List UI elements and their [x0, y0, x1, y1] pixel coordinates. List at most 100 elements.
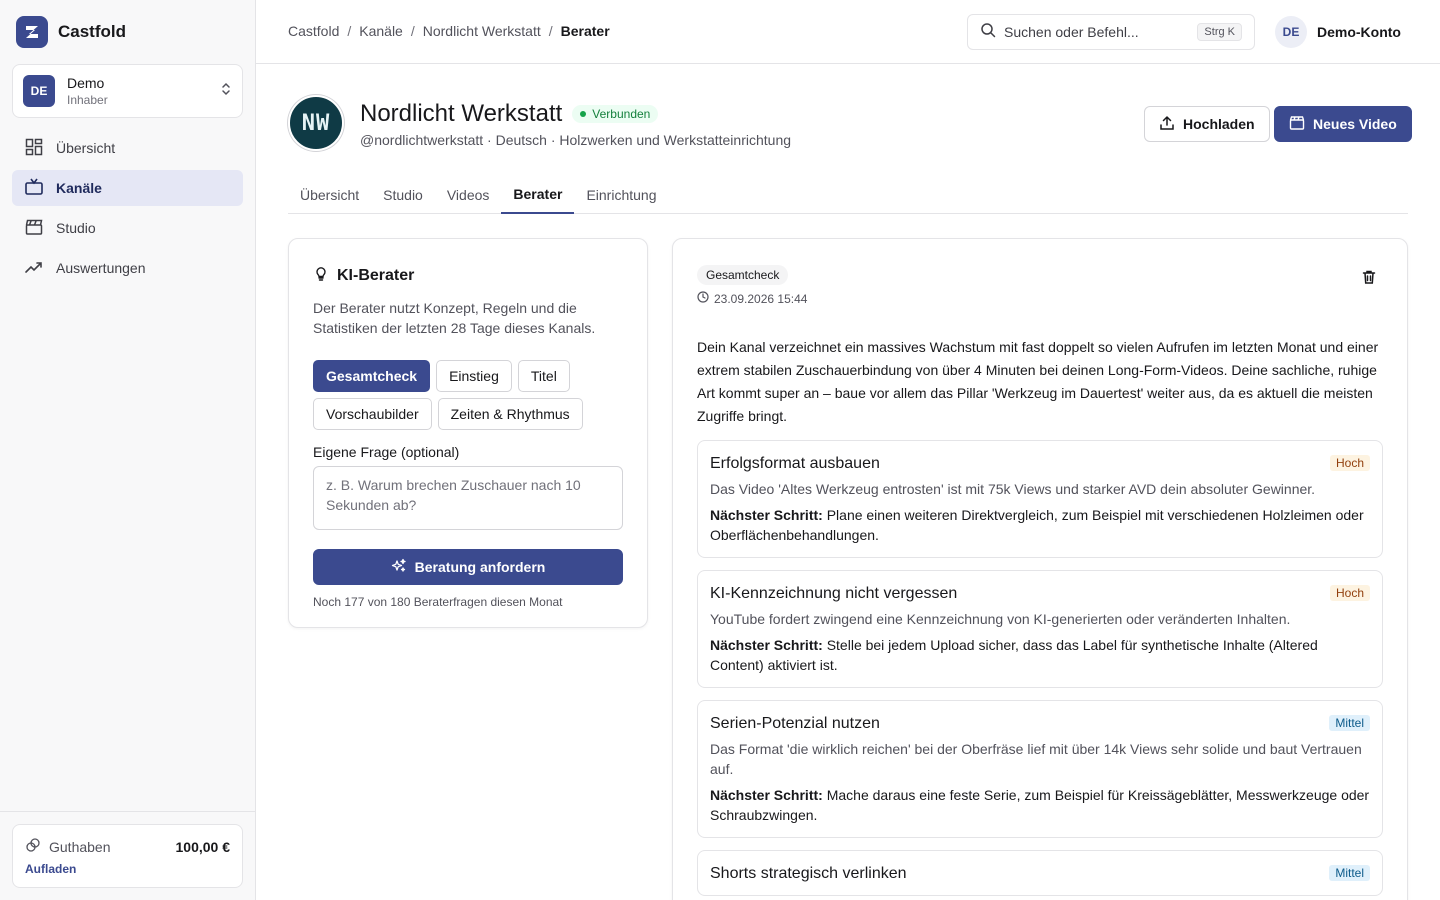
tab-berater[interactable]: Berater: [501, 176, 575, 214]
search-box[interactable]: Strg K: [967, 14, 1255, 50]
search-icon: [980, 22, 996, 43]
chip-einstieg[interactable]: Einstieg: [436, 360, 512, 392]
user-avatar: DE: [1275, 16, 1307, 48]
priority-badge: Hoch: [1329, 455, 1370, 471]
recommendation-title: Serien-Potenzial nutzen: [710, 715, 880, 732]
sidebar-item-auswertungen[interactable]: Auswertungen: [12, 250, 243, 286]
trash-icon[interactable]: [1361, 269, 1377, 290]
video-icon: [1289, 115, 1305, 134]
recommendation-card: Serien-Potenzial nutzen Mittel Das Forma…: [697, 700, 1383, 838]
priority-badge: Mittel: [1329, 865, 1370, 881]
search-input[interactable]: [1004, 24, 1190, 40]
breadcrumb: Castfold / Kanäle / Nordlicht Werkstatt …: [288, 23, 610, 39]
advisor-quota: Noch 177 von 180 Beraterfragen diesen Mo…: [313, 595, 563, 609]
sidebar-item-studio[interactable]: Studio: [12, 210, 243, 246]
grid-icon: [24, 137, 44, 160]
recommendation-description: YouTube fordert zwingend eine Kennzeichn…: [710, 611, 1291, 627]
sparkles-icon: [391, 558, 407, 577]
channel-avatar: NW: [288, 95, 344, 151]
status-badge: Verbunden: [572, 105, 659, 123]
upload-icon: [1159, 115, 1175, 134]
account-name: Demo: [67, 75, 105, 91]
search-shortcut: Strg K: [1197, 23, 1242, 41]
sidebar-item-kanaele[interactable]: Kanäle: [12, 170, 243, 206]
breadcrumb-current: Berater: [560, 23, 610, 39]
channel-meta: @nordlichtwerkstatt · Deutsch · Holzwerk…: [360, 132, 792, 148]
advisor-card: KI-Berater Der Berater nutzt Konzept, Re…: [288, 238, 648, 628]
tv-icon: [24, 177, 44, 200]
sidebar-item-label: Kanäle: [56, 180, 102, 196]
request-advice-label: Beratung anfordern: [414, 559, 546, 575]
clapperboard-icon: [24, 217, 44, 240]
request-advice-button[interactable]: Beratung anfordern: [313, 549, 623, 585]
chip-titel[interactable]: Titel: [517, 360, 570, 392]
recommendation-title: KI-Kennzeichnung nicht vergessen: [710, 585, 958, 602]
account-role: Inhaber: [67, 93, 108, 107]
balance-label: Guthaben: [49, 838, 111, 855]
breadcrumb-item[interactable]: Kanäle: [359, 23, 403, 39]
result-date: 23.09.2026 15:44: [714, 291, 808, 306]
lightbulb-icon: [313, 265, 329, 286]
status-dot-icon: [580, 111, 587, 117]
channel-name: Nordlicht Werkstatt: [360, 100, 563, 127]
sidebar-item-uebersicht[interactable]: Übersicht: [12, 130, 243, 166]
user-name: Demo-Konto: [1317, 24, 1401, 40]
chip-vorschaubilder[interactable]: Vorschaubilder: [313, 398, 432, 430]
advisor-description: Der Berater nutzt Konzept, Regeln und di…: [313, 300, 596, 336]
sidebar: Castfold DE Demo Inhaber Übersicht Kanäl…: [0, 0, 256, 900]
account-avatar: DE: [23, 75, 55, 107]
coins-icon: [25, 837, 41, 856]
tab-videos[interactable]: Videos: [435, 176, 502, 214]
recommendation-title: Shorts strategisch verlinken: [710, 865, 907, 882]
recommendation-card: Shorts strategisch verlinken Mittel: [697, 850, 1383, 896]
priority-badge: Hoch: [1329, 585, 1370, 601]
tab-uebersicht[interactable]: Übersicht: [288, 176, 371, 214]
advisor-title: KI-Berater: [337, 266, 415, 284]
next-step-label: Nächster Schritt:: [710, 507, 823, 523]
channel-tabs: Übersicht Studio Videos Berater Einricht…: [288, 176, 1408, 214]
account-switcher[interactable]: DE Demo Inhaber: [12, 64, 243, 118]
status-text: Verbunden: [592, 107, 651, 121]
tab-einrichtung[interactable]: Einrichtung: [574, 176, 668, 214]
breadcrumb-separator: /: [548, 23, 553, 39]
question-input[interactable]: [313, 466, 623, 530]
advisor-topic-chips: Gesamtcheck Einstieg Titel Vorschaubilde…: [313, 360, 623, 430]
question-label: Eigene Frage (optional): [313, 444, 460, 460]
next-step-label: Nächster Schritt:: [710, 637, 823, 653]
breadcrumb-item[interactable]: Nordlicht Werkstatt: [423, 23, 541, 39]
user-menu[interactable]: DE Demo-Konto: [1275, 16, 1401, 48]
tab-studio[interactable]: Studio: [371, 176, 435, 214]
topbar: Castfold / Kanäle / Nordlicht Werkstatt …: [256, 0, 1440, 64]
recommendation-description: Das Video 'Altes Werkzeug entrosten' ist…: [710, 481, 1316, 497]
chip-zeiten-rhythmus[interactable]: Zeiten & Rhythmus: [437, 398, 583, 430]
trend-icon: [24, 257, 44, 280]
next-step-label: Nächster Schritt:: [710, 787, 823, 803]
recommendation-card: Erfolgsformat ausbauen Hoch Das Video 'A…: [697, 440, 1383, 558]
sidebar-item-label: Studio: [56, 220, 96, 236]
new-video-label: Neues Video: [1313, 116, 1397, 132]
castfold-logo-icon: [16, 16, 48, 48]
sidebar-item-label: Auswertungen: [56, 260, 146, 276]
balance-card: Guthaben 100,00 € Aufladen: [12, 824, 243, 888]
brand[interactable]: Castfold: [16, 16, 126, 48]
breadcrumb-item[interactable]: Castfold: [288, 23, 339, 39]
recommendation-description: Das Format 'die wirklich reichen' bei de…: [710, 741, 1362, 777]
priority-badge: Mittel: [1329, 715, 1370, 731]
advice-result-card: Gesamtcheck 23.09.2026 15:44 Dein Kanal …: [672, 238, 1408, 900]
recommendation-card: KI-Kennzeichnung nicht vergessen Hoch Yo…: [697, 570, 1383, 688]
clock-icon: [697, 291, 709, 306]
sidebar-divider: [0, 811, 255, 812]
chevron-up-down-icon: [220, 81, 232, 102]
channel-title-row: Nordlicht Werkstatt Verbunden: [360, 100, 659, 128]
chip-gesamtcheck[interactable]: Gesamtcheck: [313, 360, 431, 392]
top-up-link[interactable]: Aufladen: [25, 862, 230, 876]
sidebar-item-label: Übersicht: [56, 140, 116, 156]
upload-label: Hochladen: [1183, 116, 1255, 132]
balance-value: 100,00 €: [175, 838, 231, 855]
brand-name: Castfold: [58, 22, 126, 41]
recommendation-title: Erfolgsformat ausbauen: [710, 455, 880, 472]
sidebar-nav: Übersicht Kanäle Studio Auswertungen: [12, 130, 243, 290]
upload-button[interactable]: Hochladen: [1144, 106, 1270, 142]
new-video-button[interactable]: Neues Video: [1274, 106, 1412, 142]
result-summary: Dein Kanal verzeichnet ein massives Wach…: [697, 339, 1379, 424]
